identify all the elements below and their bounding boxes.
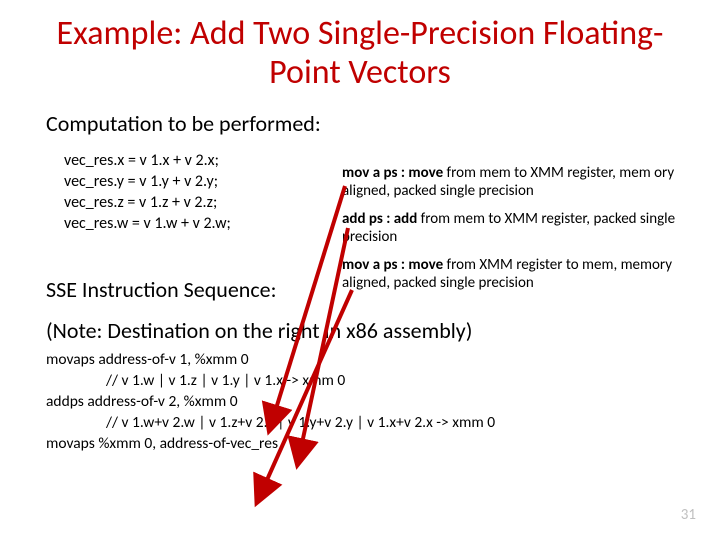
asm-block: movaps address-of-v 1, %xmm 0 // v 1.w |… (46, 350, 674, 455)
slide-title: Example: Add Two Single-Precision Floati… (46, 14, 674, 92)
computation-subhead: Computation to be performed: (46, 110, 674, 137)
page-number: 31 (681, 506, 696, 524)
instruction-defs: mov a ps : move from mem to XMM register… (342, 164, 720, 302)
note-destination-right: (Note: Destination on the right in x86 a… (46, 317, 674, 344)
def-term: mov a ps : move (342, 164, 443, 182)
def-term: add ps : add (342, 210, 417, 228)
def-term: mov a ps : move (342, 256, 443, 274)
def-movaps-load: mov a ps : move from mem to XMM register… (342, 164, 720, 200)
slide: Example: Add Two Single-Precision Floati… (0, 0, 720, 540)
def-movaps-store: mov a ps : move from XMM register to mem… (342, 256, 720, 292)
asm-line: movaps %xmm 0, address-of-vec_res (46, 434, 674, 455)
asm-line: movaps address-of-v 1, %xmm 0 (46, 350, 674, 371)
def-addps: add ps : add from mem to XMM register, p… (342, 210, 720, 246)
asm-comment: // v 1.w+v 2.w | v 1.z+v 2.z | v 1.y+v 2… (46, 413, 674, 434)
asm-line: addps address-of-v 2, %xmm 0 (46, 392, 674, 413)
asm-comment: // v 1.w | v 1.z | v 1.y | v 1.x -> xmm … (46, 371, 674, 392)
